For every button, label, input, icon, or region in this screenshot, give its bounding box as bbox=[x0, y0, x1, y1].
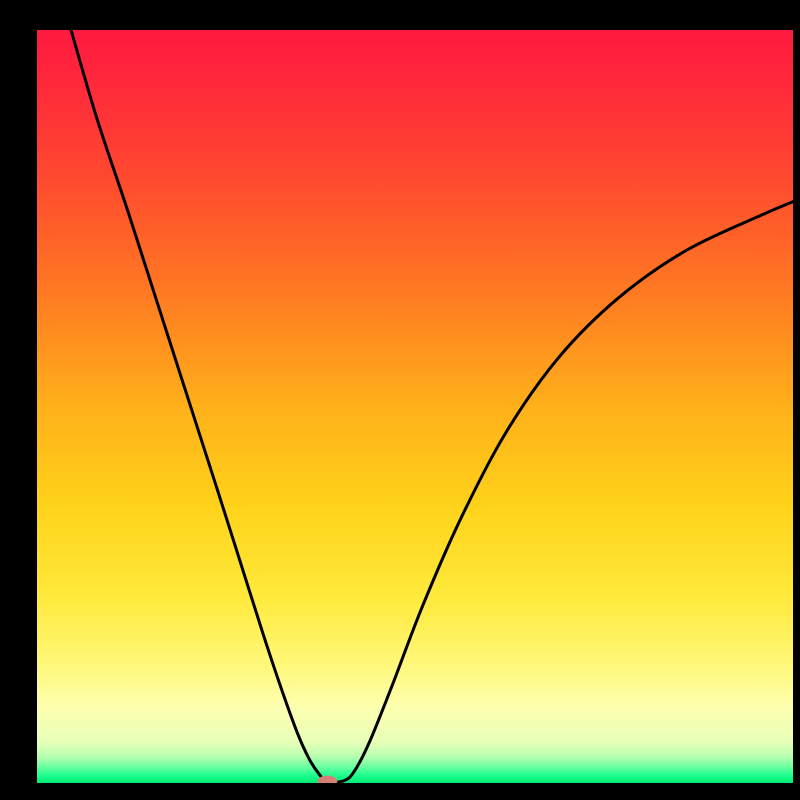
frame-top bbox=[0, 0, 800, 30]
chart-frame: TheBottleneck.com bbox=[0, 0, 800, 800]
plot-background bbox=[37, 30, 793, 783]
frame-right bbox=[793, 0, 800, 800]
frame-left bbox=[0, 0, 37, 800]
frame-bottom bbox=[0, 783, 800, 800]
bottleneck-chart bbox=[0, 0, 800, 800]
